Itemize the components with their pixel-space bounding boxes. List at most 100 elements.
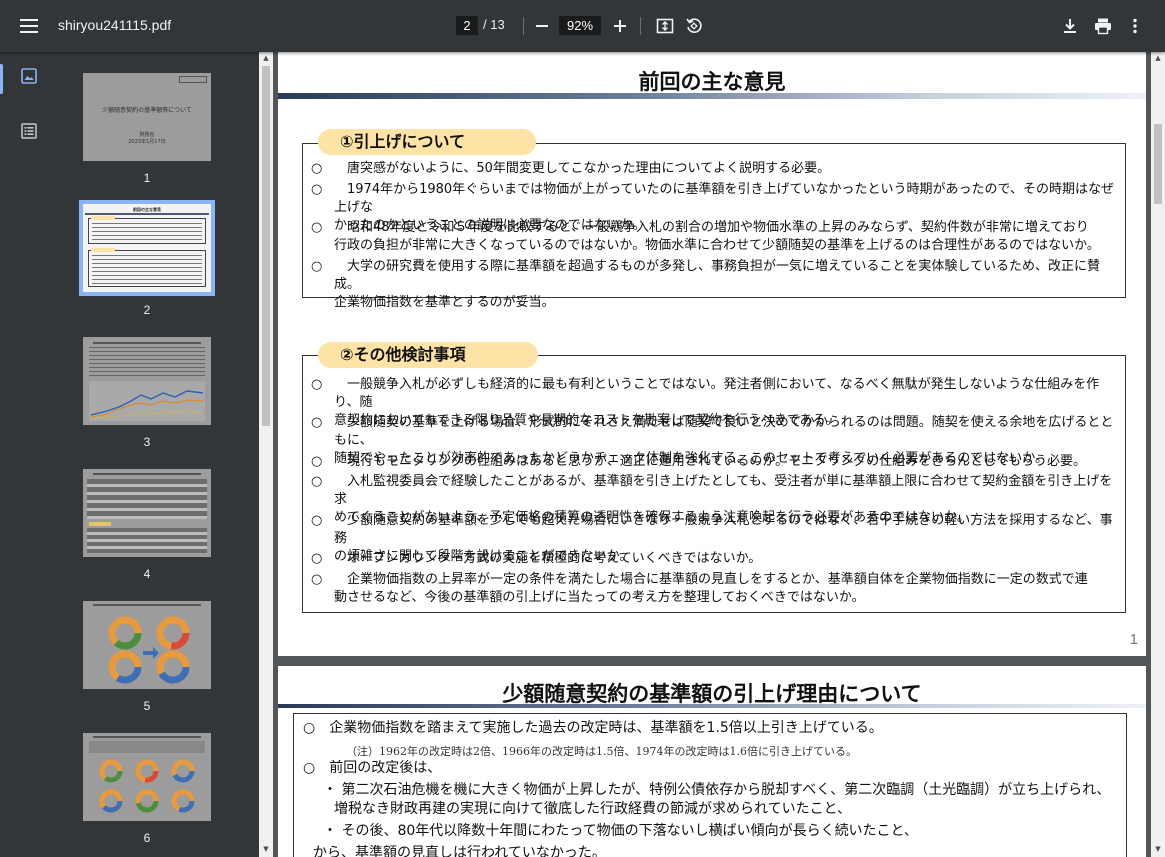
item-marker: ○: [311, 259, 323, 274]
item-marker: ○: [311, 572, 323, 587]
pdf-page-2: 前回の主な意見 ①引上げについて ○ 唐突感がないように、50年間変更してこなか…: [278, 52, 1146, 656]
reason-tail: から、基準額の見直しは行われていなかった。: [313, 845, 606, 857]
page-thumbnail-5[interactable]: [83, 601, 211, 689]
page-number-input[interactable]: 2: [456, 16, 478, 35]
toolbar-divider: [523, 17, 524, 35]
thumbnail-sidebar: 少額随意契約の基準額等について 財務省 2023年1月17日 1 前回の主な意見…: [0, 52, 259, 857]
thumb-donut-charts: [89, 736, 205, 813]
section-heading-raise: ①引上げについて: [318, 129, 536, 155]
page-title: 前回の主な意見: [638, 70, 786, 94]
menu-icon[interactable]: [18, 16, 40, 36]
document-viewer: 前回の主な意見 ①引上げについて ○ 唐突感がないように、50年間変更してこなか…: [273, 52, 1151, 857]
download-button[interactable]: [1058, 14, 1082, 38]
item-text: 少額随意契約の基準額を少しでも超えた場合にいきなり一般競争入札とするのではなく、…: [334, 513, 1113, 546]
item-marker: ○: [311, 454, 323, 469]
scroll-up-arrow[interactable]: ▲: [262, 54, 270, 62]
reason-note: （注）1962年の改定時は2倍、1966年の改定時は1.5倍、1974年の改定時…: [346, 745, 857, 758]
item-text: 唐突感がないように、50年間変更してこなかった理由についてよく説明する必要。: [334, 161, 831, 176]
item-marker: ○: [311, 551, 323, 566]
page-thumbnail-4[interactable]: [83, 469, 211, 557]
scroll-thumb[interactable]: [1154, 124, 1162, 204]
image-icon: [21, 68, 37, 84]
thumbnail-number: 4: [143, 567, 151, 581]
item-marker: ○: [311, 377, 323, 392]
viewer-scrollbar[interactable]: ▲ ▼: [1151, 52, 1165, 857]
page-thumbnail-3[interactable]: [83, 337, 211, 425]
item-text: 昭和48年度と令和５年度を比較すると、一般競争入札の割合の増加や物価水準の上昇の…: [334, 220, 1089, 235]
item-marker: ○: [311, 161, 323, 176]
toolbar-divider: [640, 17, 641, 35]
item-marker: ○: [311, 182, 323, 197]
thumb-title-line: [93, 342, 201, 344]
scroll-down-arrow[interactable]: ▼: [1154, 845, 1162, 853]
thumb-subtitle: 財務省: [139, 132, 155, 138]
thumbnail-number: 1: [143, 171, 151, 185]
opinion-item: ○ 現行もモニタリングの仕組みはあると思うが、適正に運用されているのか。モニタリ…: [311, 453, 1121, 471]
item-text: 企業物価指数の上昇率が一定の条件を満たした場合に基準額の見直しをするとか、基準額…: [334, 572, 1088, 587]
opinion-item: ○ オープンカウンター方式の実施を積極的に考えていくべきではないか。: [311, 550, 1121, 568]
thumb-pill: [91, 248, 115, 252]
opinion-item: ○ 企業物価指数の上昇率が一定の条件を満たした場合に基準額の見直しをするとか、基…: [311, 571, 1121, 607]
sidebar-scrollbar[interactable]: ▲ ▼: [259, 52, 273, 857]
reason-bullet: ・ その後、80年代以降数十年間にわたって物価の下落ないし横ばい傾向が長らく続い…: [323, 823, 919, 839]
item-text: 入札監視委員会で経験したことがあるが、基準額を引き上げたとしても、受注者が単に基…: [334, 474, 1113, 507]
thumbnail-number: 3: [143, 435, 151, 449]
opinion-item: ○ 唐突感がないように、50年間変更してこなかった理由についてよく説明する必要。: [311, 160, 1121, 178]
reason-bullet: ・ 第二次石油危機を機に大きく物価が上昇したが、特例公債依存から脱却すべく、第二…: [323, 782, 1111, 798]
page-thumbnail-2[interactable]: 前回の主な意見: [79, 200, 215, 296]
item-marker: ○: [311, 220, 323, 235]
more-options-button[interactable]: [1123, 14, 1147, 38]
item-text: 行政の負担が非常に大きくなっているのではないか。物価水準に合わせて少額随契の基準…: [334, 238, 1100, 253]
print-icon: [1095, 18, 1111, 35]
title-rule: [278, 704, 1146, 708]
thumb-table: [87, 479, 207, 519]
thumb-title: 少額随意契約の基準額等について: [102, 107, 192, 114]
plus-icon: [614, 20, 626, 32]
fit-to-page-button[interactable]: [653, 14, 677, 38]
pdf-page-3: 少額随意契約の基準額の引上げ理由について ○ 企業物価指数を踏まえて実施した過去…: [278, 666, 1146, 857]
thumbnail-number: 5: [143, 699, 151, 713]
scroll-up-arrow[interactable]: ▲: [1154, 54, 1162, 62]
reason-item: ○ 前回の改定後は、: [303, 760, 442, 776]
page-thumbnail-6[interactable]: [83, 733, 211, 821]
title-rule: [278, 93, 1146, 99]
item-marker: ○: [311, 415, 323, 430]
thumbnail-number: 6: [143, 831, 151, 845]
scroll-thumb[interactable]: [262, 66, 270, 426]
thumb-text-lines: [92, 223, 202, 241]
zoom-in-button[interactable]: [608, 14, 632, 38]
more-vert-icon: [1133, 18, 1137, 34]
item-text: 1974年から1980年ぐらいまでは物価が上がっていたのに基準額を引き上げていな…: [334, 182, 1114, 215]
fit-page-icon: [656, 18, 674, 34]
zoom-out-button[interactable]: [530, 14, 554, 38]
list-icon: [21, 123, 37, 139]
thumbnails-view-button[interactable]: [20, 67, 42, 89]
minus-icon: [536, 25, 548, 27]
pdf-toolbar: shiryou241115.pdf 2 / 13 92%: [0, 0, 1165, 52]
thumb-date: 2023年1月17日: [128, 139, 166, 145]
page-total: / 13: [483, 17, 505, 32]
thumb-table: [87, 528, 207, 553]
scroll-down-arrow[interactable]: ▼: [262, 845, 270, 853]
item-text: 企業物価指数を基準とするのが妥当。: [334, 295, 555, 310]
thumb-title-line: [93, 473, 201, 475]
document-title: shiryou241115.pdf: [58, 17, 172, 33]
reason-bullet-cont: 増税なき財政再建の実現に向けて徹底した行政経費の節減が求められていたこと、: [334, 801, 852, 817]
item-text: 少額随契の基準を上げる場合、形式的にそれさえ満たせば随契で良いと決めてかかられる…: [334, 415, 1114, 448]
opinion-item: ○ 大学の研究費を使用する際に基準額を超過するものが多発し、事務負担が一気に増え…: [311, 258, 1121, 312]
thumb-donut-charts: [93, 604, 201, 684]
opinion-item: ○ 昭和48年度と令和５年度を比較すると、一般競争入札の割合の増加や物価水準の上…: [311, 219, 1121, 255]
page-thumbnail-1[interactable]: 少額随意契約の基準額等について 財務省 2023年1月17日: [83, 73, 211, 161]
outline-view-button[interactable]: [20, 122, 42, 144]
thumb-line-chart: [89, 381, 205, 421]
rotate-button[interactable]: [682, 14, 706, 38]
item-marker: ○: [311, 474, 323, 489]
thumb-text-lines: [89, 347, 205, 377]
item-text: 現行もモニタリングの仕組みはあると思うが、適正に運用されているのか。モニタリング…: [334, 454, 1087, 469]
thumbnail-number: 2: [143, 303, 151, 317]
item-text: 動させるなど、今後の基準額の引上げに当たっての考え方を整理しておくべきではないか…: [334, 590, 865, 605]
active-indicator: [0, 64, 3, 94]
item-marker: ○: [311, 513, 323, 528]
zoom-level-input[interactable]: 92%: [559, 16, 601, 35]
print-button[interactable]: [1091, 14, 1115, 38]
